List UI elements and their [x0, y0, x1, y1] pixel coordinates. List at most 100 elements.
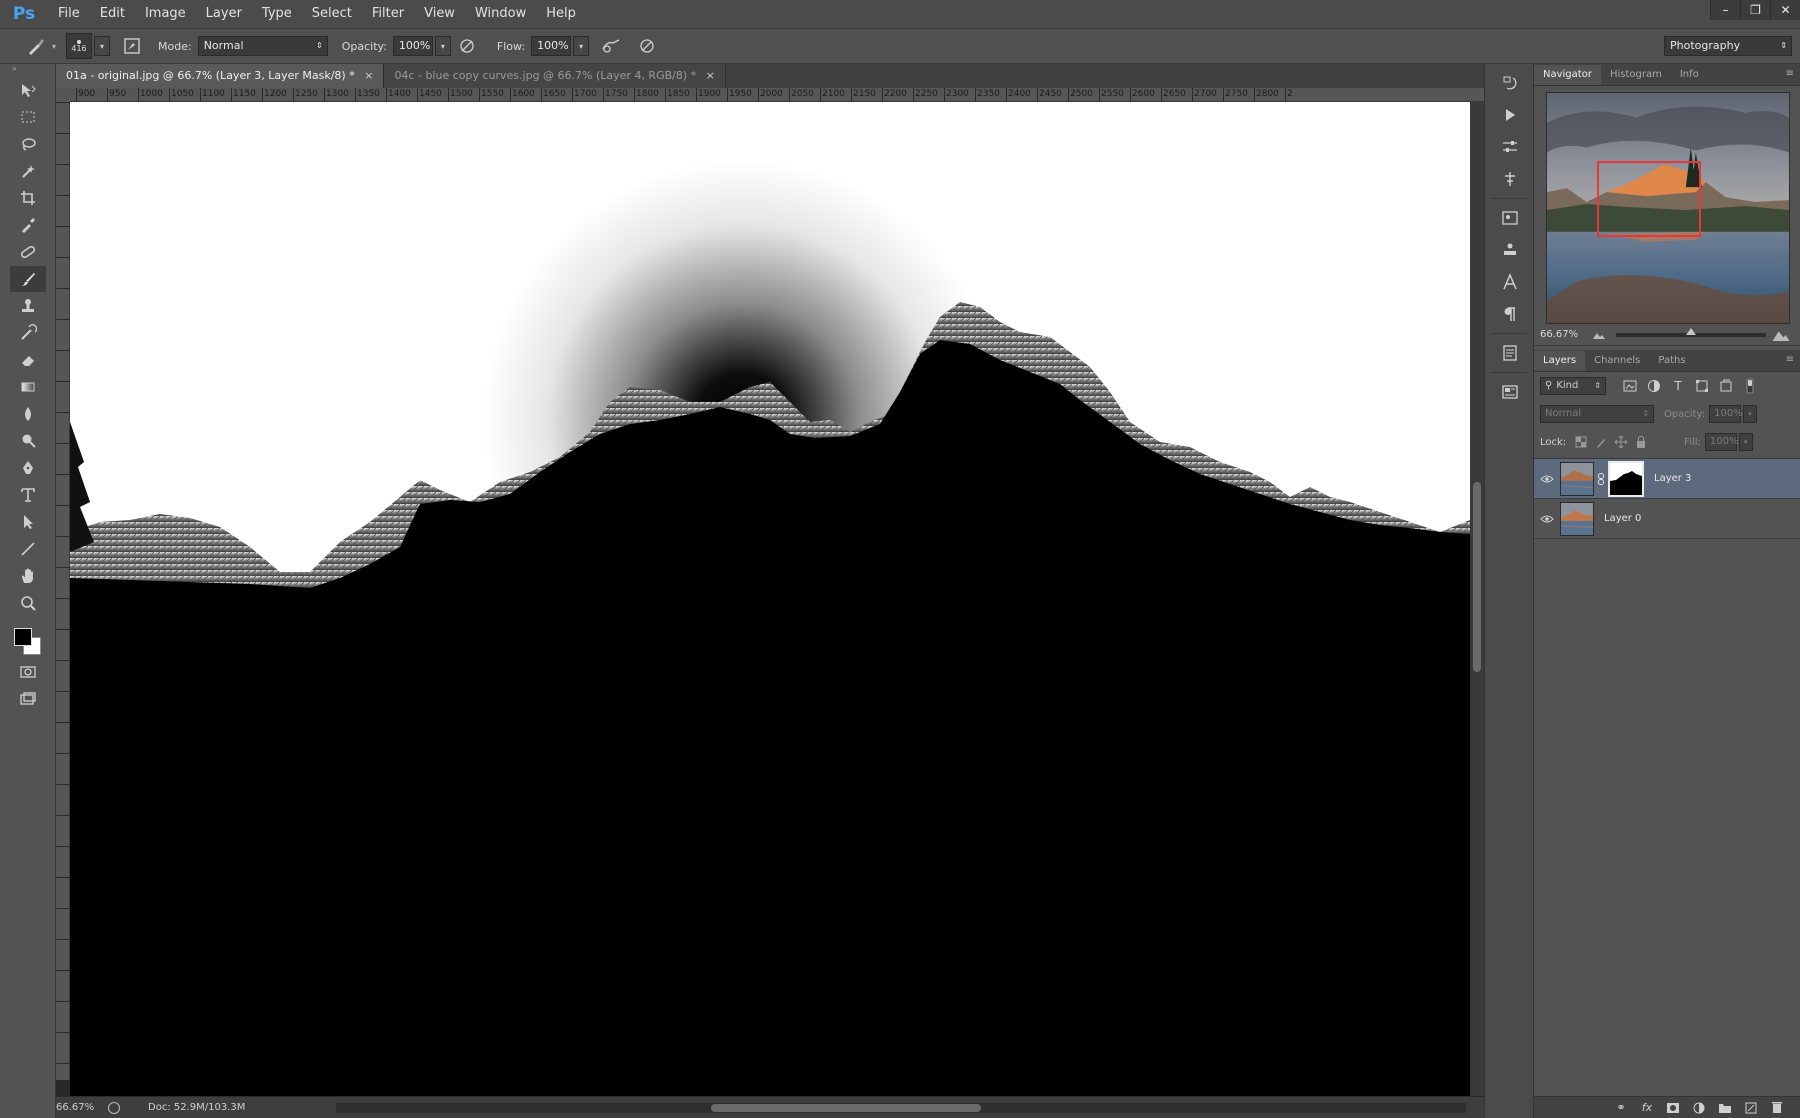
add-mask-icon[interactable] — [1660, 1102, 1686, 1114]
color-swatches[interactable] — [10, 624, 46, 658]
lock-all-icon[interactable] — [1632, 433, 1650, 451]
document-canvas[interactable] — [70, 102, 1470, 1096]
foreground-color-swatch[interactable] — [14, 628, 32, 646]
menu-file[interactable]: File — [48, 0, 90, 28]
vertical-scrollbar[interactable] — [1470, 102, 1484, 1096]
brush-preset-dropdown[interactable]: ▾ — [52, 42, 56, 51]
visibility-eye-icon[interactable] — [1534, 474, 1560, 484]
tab-navigator[interactable]: Navigator — [1534, 65, 1601, 85]
menu-layer[interactable]: Layer — [196, 0, 252, 28]
layer-mask-thumbnail[interactable] — [1608, 460, 1644, 497]
new-group-icon[interactable] — [1712, 1102, 1738, 1114]
layer-row-layer-3[interactable]: Layer 3 — [1534, 459, 1800, 499]
restore-button[interactable]: ❐ — [1740, 0, 1770, 20]
navigator-view-box[interactable] — [1597, 161, 1701, 237]
fx-icon[interactable]: fx — [1634, 1101, 1660, 1114]
menu-window[interactable]: Window — [465, 0, 536, 28]
smart-object-filter-icon[interactable] — [1716, 377, 1736, 395]
flow-dropdown[interactable]: ▾ — [573, 36, 590, 56]
type-filter-icon[interactable]: T — [1668, 377, 1688, 395]
tab-info[interactable]: Info — [1671, 65, 1708, 85]
tool-presets-icon[interactable] — [1495, 166, 1525, 192]
menu-view[interactable]: View — [414, 0, 465, 28]
screen-mode-icon[interactable] — [10, 686, 46, 712]
close-tab-icon[interactable]: × — [706, 69, 715, 82]
vertical-scroll-thumb[interactable] — [1473, 482, 1481, 672]
lock-position-icon[interactable] — [1612, 433, 1630, 451]
zoom-in-mountain-icon[interactable] — [1772, 329, 1790, 341]
history-panel-icon[interactable] — [1495, 70, 1525, 96]
tab-paths[interactable]: Paths — [1649, 351, 1694, 371]
layer-row-layer-0[interactable]: Layer 0 — [1534, 499, 1800, 539]
clone-source-icon[interactable] — [1495, 237, 1525, 263]
zoom-out-mountain-icon[interactable] — [1592, 330, 1606, 340]
visibility-eye-icon[interactable] — [1534, 514, 1560, 524]
brush-panel-toggle-icon[interactable] — [120, 34, 144, 58]
zoom-tool-icon[interactable] — [10, 590, 46, 616]
trash-icon[interactable] — [1764, 1101, 1790, 1114]
menu-filter[interactable]: Filter — [362, 0, 414, 28]
new-layer-icon[interactable] — [1738, 1102, 1764, 1114]
pressure-opacity-icon[interactable] — [455, 34, 479, 58]
layer-opacity-input[interactable]: 100% — [1709, 405, 1743, 423]
chain-link-icon[interactable] — [1596, 471, 1606, 487]
pen-tool-icon[interactable] — [10, 455, 46, 481]
properties-panel-icon[interactable] — [1495, 379, 1525, 405]
pressure-size-icon[interactable] — [635, 34, 659, 58]
tab-layers[interactable]: Layers — [1534, 351, 1586, 371]
path-select-tool-icon[interactable] — [10, 509, 46, 535]
layer-name[interactable]: Layer 0 — [1604, 513, 1641, 524]
brush-size-picker[interactable]: 416 — [66, 33, 93, 59]
adjustment-filter-icon[interactable] — [1644, 377, 1664, 395]
close-button[interactable]: ✕ — [1770, 0, 1800, 20]
pixel-filter-icon[interactable] — [1620, 377, 1640, 395]
layer-opacity-dropdown[interactable]: ▾ — [1743, 405, 1758, 423]
move-tool-icon[interactable] — [10, 77, 46, 103]
navigator-zoom-value[interactable]: 66.67% — [1540, 329, 1586, 340]
navigator-zoom-slider-knob[interactable] — [1686, 327, 1696, 335]
lasso-tool-icon[interactable] — [10, 131, 46, 157]
adjustments-panel-icon[interactable] — [1495, 134, 1525, 160]
actions-play-icon[interactable] — [1495, 102, 1525, 128]
status-zoom[interactable]: 66.67% — [56, 1102, 108, 1113]
link-layers-icon[interactable]: ⚭ — [1608, 1101, 1634, 1114]
navigator-zoom-slider[interactable] — [1616, 327, 1766, 337]
menu-image[interactable]: Image — [135, 0, 196, 28]
opacity-input[interactable]: 100% — [392, 36, 433, 56]
tab-document-1[interactable]: 01a - original.jpg @ 66.7% (Layer 3, Lay… — [56, 64, 385, 88]
brush-preset-icon[interactable] — [24, 34, 48, 58]
menu-type[interactable]: Type — [252, 0, 302, 28]
quick-select-tool-icon[interactable] — [10, 158, 46, 184]
blend-mode-select[interactable]: Normal ⇕ — [1540, 405, 1654, 423]
lock-image-icon[interactable] — [1592, 433, 1610, 451]
minimize-button[interactable]: – — [1710, 0, 1740, 20]
crop-tool-icon[interactable] — [10, 185, 46, 211]
eraser-tool-icon[interactable] — [10, 347, 46, 373]
brush-panel-icon[interactable] — [1495, 205, 1525, 231]
filter-toggle-icon[interactable] — [1740, 377, 1760, 395]
marquee-tool-icon[interactable] — [10, 104, 46, 130]
workspace-select[interactable]: Photography ⇕ — [1664, 36, 1792, 56]
brush-tool-icon[interactable] — [10, 266, 46, 292]
tab-document-2[interactable]: 04c - blue copy curves.jpg @ 66.7% (Laye… — [384, 64, 726, 88]
navigator-preview[interactable] — [1546, 92, 1790, 324]
lock-transparent-icon[interactable] — [1572, 433, 1590, 451]
eyedropper-tool-icon[interactable] — [10, 212, 46, 238]
paragraph-panel-icon[interactable] — [1495, 301, 1525, 327]
menu-edit[interactable]: Edit — [90, 0, 135, 28]
fill-dropdown[interactable]: ▾ — [1738, 433, 1753, 451]
gradient-tool-icon[interactable] — [10, 374, 46, 400]
mode-select[interactable]: Normal ⇕ — [197, 36, 328, 56]
character-panel-icon[interactable] — [1495, 269, 1525, 295]
panel-menu-icon[interactable]: ≡ — [1786, 354, 1794, 365]
collapse-toolbar-icon[interactable]: » — [0, 64, 55, 76]
fill-input[interactable]: 100% — [1704, 433, 1739, 451]
dodge-tool-icon[interactable] — [10, 428, 46, 454]
quick-mask-icon[interactable] — [10, 659, 46, 685]
type-tool-icon[interactable] — [10, 482, 46, 508]
airbrush-icon[interactable] — [599, 34, 623, 58]
menu-select[interactable]: Select — [302, 0, 362, 28]
history-brush-tool-icon[interactable] — [10, 320, 46, 346]
horizontal-scroll-thumb[interactable] — [711, 1104, 981, 1112]
clone-stamp-tool-icon[interactable] — [10, 293, 46, 319]
